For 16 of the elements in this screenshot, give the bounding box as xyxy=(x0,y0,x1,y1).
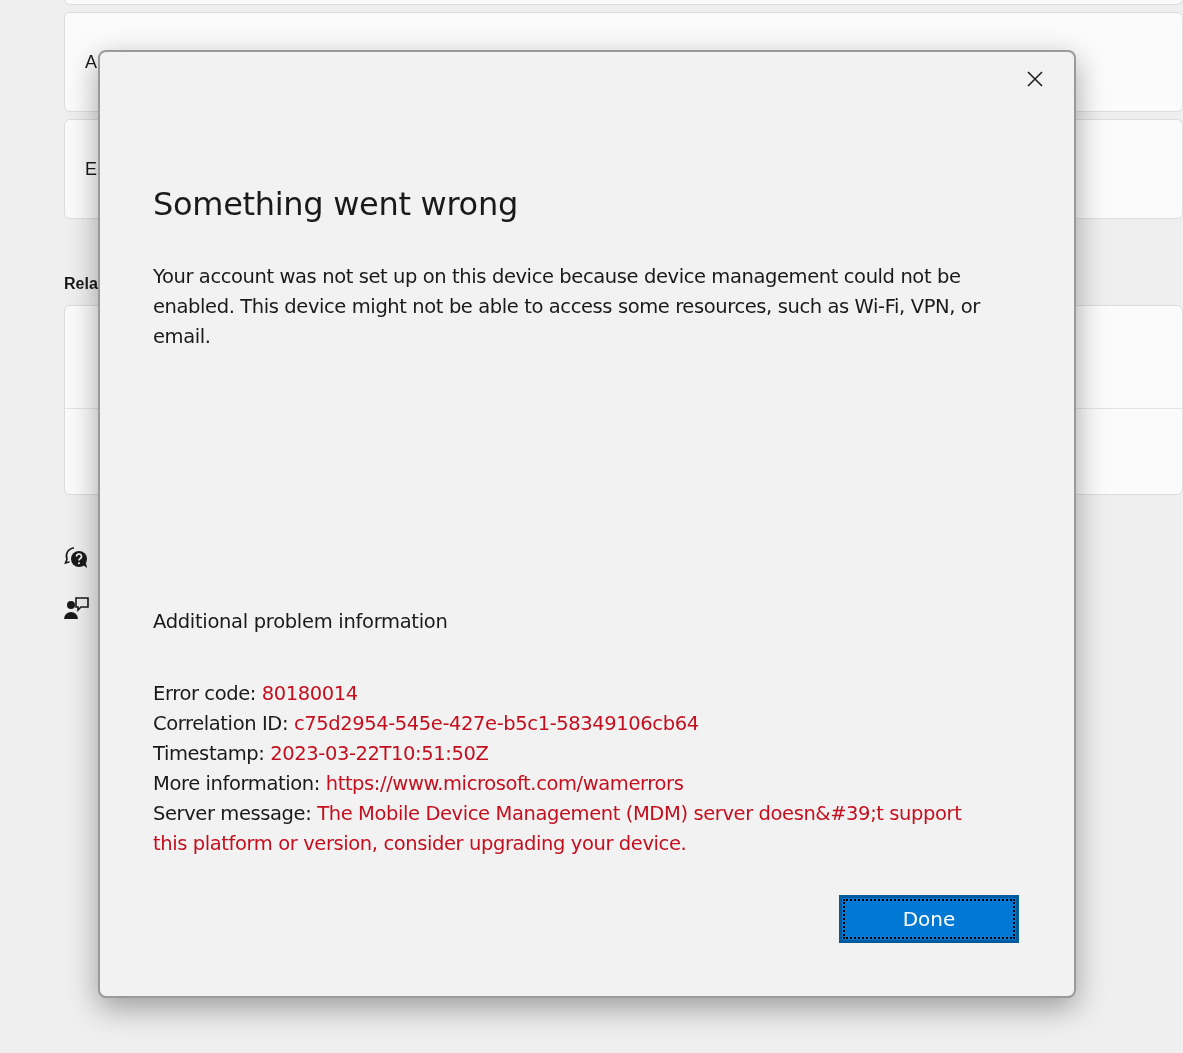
error-message: Your account was not set up on this device because device management could not be enabled. This device might not be able to access some resources, such as Wi-Fi, VPN, or email. xyxy=(153,264,982,350)
close-icon xyxy=(1027,71,1043,87)
section-heading: Additional problem information xyxy=(153,609,449,635)
detail-line: Correlation ID: c75d2954-545e-427e-b5c1-58349106cb64 xyxy=(153,711,700,737)
detail-line: Error code: 80180014 xyxy=(153,681,359,707)
done-button[interactable]: Done xyxy=(839,895,1019,943)
detail-line: Server message: The Mobile Device Management (MDM) server doesn&#39;t support this platform or version, consider upgrading your device. xyxy=(153,801,963,857)
section-heading: Rela xyxy=(64,275,96,293)
card-label: E xyxy=(85,158,97,180)
detail-line: Timestamp: 2023-03-22T10:51:50Z xyxy=(153,741,490,767)
link[interactable]: https://www.microsoft.com/wamerrors xyxy=(325,772,684,795)
help-icon[interactable] xyxy=(64,545,90,571)
dialog-title: Something went wrong xyxy=(153,184,519,225)
card-label: A xyxy=(85,51,97,73)
detail-line: More information: https://www.microsoft.com/wamerrors xyxy=(153,771,685,797)
feedback-icon[interactable] xyxy=(64,595,90,621)
